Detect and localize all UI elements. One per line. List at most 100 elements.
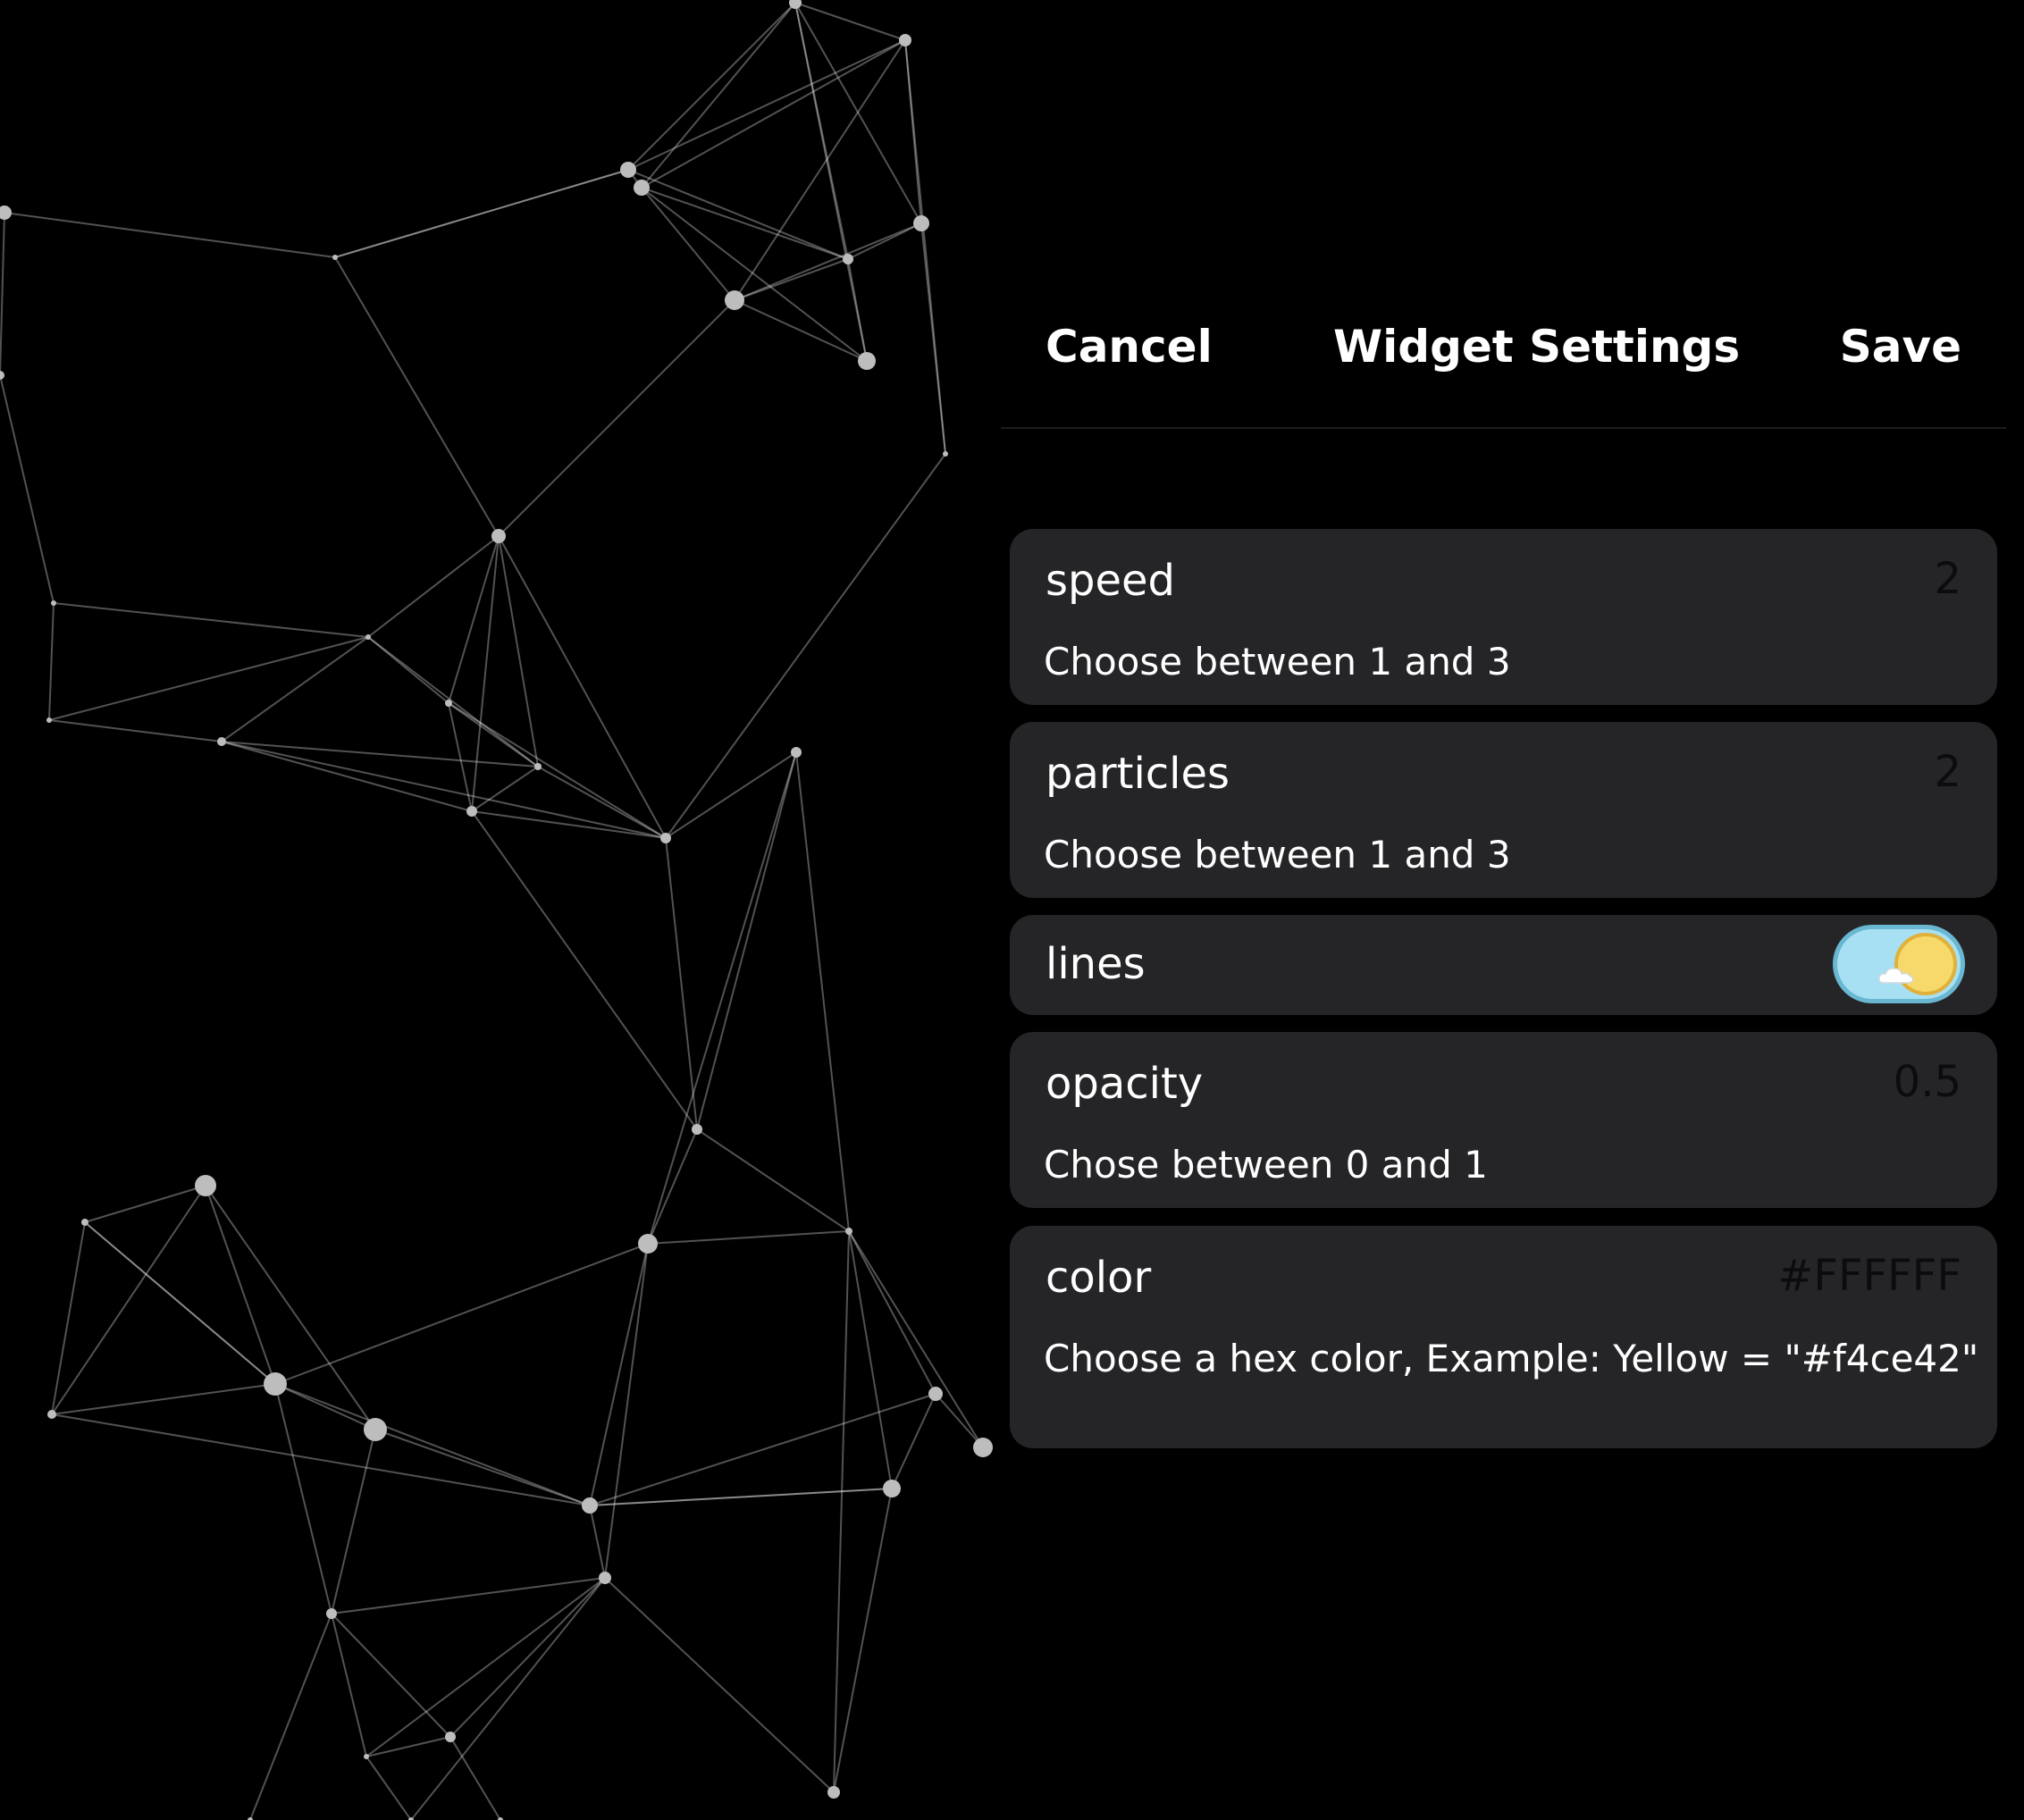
network-particle — [843, 254, 853, 264]
network-particle — [858, 352, 876, 370]
network-link — [847, 258, 868, 362]
network-link — [274, 1383, 591, 1506]
network-particle — [491, 529, 506, 543]
setting-hint: Choose a hex color, Example: Yellow = "#… — [1044, 1337, 1979, 1380]
setting-opacity[interactable]: opacity 0.5 Chose between 0 and 1 — [1010, 1032, 1997, 1208]
network-particle — [332, 255, 338, 260]
network-link — [665, 837, 698, 1130]
network-link — [647, 751, 797, 1245]
cancel-button[interactable]: Cancel — [1046, 324, 1213, 369]
network-link — [794, 2, 906, 41]
network-link — [410, 1577, 606, 1820]
setting-value-input[interactable]: 2 — [1934, 558, 1961, 600]
network-particle — [326, 1608, 337, 1619]
network-link — [641, 39, 906, 189]
setting-value-input[interactable]: #FFFFFF — [1777, 1254, 1961, 1297]
network-particle — [928, 1387, 943, 1401]
network-link — [205, 1185, 376, 1430]
network-link — [274, 1383, 332, 1615]
network-particle — [791, 747, 802, 758]
network-link — [0, 374, 55, 604]
network-particle — [620, 162, 636, 178]
network-link — [221, 741, 667, 839]
network-particle — [582, 1497, 598, 1514]
network-link — [51, 1185, 206, 1415]
network-link — [334, 256, 500, 537]
network-link — [51, 1413, 591, 1506]
network-particle — [364, 1418, 387, 1441]
network-link — [891, 1393, 936, 1489]
network-particle — [725, 290, 744, 310]
setting-hint: Chose between 0 and 1 — [1044, 1143, 1488, 1187]
network-link — [331, 1613, 451, 1738]
network-particle — [913, 215, 929, 231]
sun-icon — [1894, 933, 1957, 995]
network-particle — [692, 1124, 702, 1135]
network-link — [665, 453, 946, 839]
network-link — [627, 169, 849, 260]
network-link — [249, 1613, 332, 1820]
network-particle — [0, 371, 4, 380]
network-particle — [534, 763, 542, 770]
network-particle — [364, 1754, 369, 1759]
network-link — [48, 636, 369, 721]
network-particle — [845, 1228, 852, 1235]
network-particle — [466, 806, 477, 817]
setting-name: opacity — [1046, 1059, 1204, 1109]
network-link — [696, 751, 797, 1130]
network-link — [604, 1577, 835, 1793]
network-link — [367, 636, 539, 767]
widget-settings-panel: Cancel Widget Settings Save speed 2 Choo… — [1001, 0, 2024, 1820]
network-link — [641, 187, 849, 260]
network-link — [696, 1128, 850, 1232]
network-particle — [445, 700, 452, 707]
network-link — [84, 1185, 206, 1223]
network-link — [331, 1613, 367, 1757]
network-link — [48, 602, 55, 721]
network-link — [48, 719, 223, 742]
setting-lines[interactable]: lines — [1010, 915, 1997, 1015]
network-link — [334, 169, 629, 258]
setting-name: speed — [1046, 556, 1176, 606]
lines-toggle[interactable] — [1833, 925, 1965, 1003]
network-link — [935, 1393, 984, 1448]
navigation-bar: Cancel Widget Settings Save — [1001, 295, 2006, 429]
cloud-icon — [1878, 968, 1914, 984]
network-link — [365, 1756, 412, 1820]
network-particle — [81, 1219, 88, 1226]
network-particle — [883, 1480, 901, 1497]
network-link — [471, 810, 667, 839]
save-button[interactable]: Save — [1840, 324, 1961, 369]
setting-speed[interactable]: speed 2 Choose between 1 and 3 — [1010, 529, 1997, 705]
network-link — [498, 299, 735, 537]
network-particle — [0, 205, 12, 220]
network-particle — [217, 737, 226, 746]
network-particle — [943, 451, 948, 457]
network-link — [448, 702, 539, 767]
network-link — [589, 1505, 606, 1579]
setting-hint: Choose between 1 and 3 — [1044, 640, 1511, 684]
setting-value-input[interactable]: 0.5 — [1894, 1061, 1961, 1103]
network-link — [627, 2, 796, 171]
network-link — [0, 212, 5, 376]
network-link — [471, 535, 500, 812]
setting-value-input[interactable]: 2 — [1934, 751, 1961, 793]
network-particle — [827, 1786, 840, 1799]
network-particle — [973, 1438, 993, 1457]
setting-particles[interactable]: particles 2 Choose between 1 and 3 — [1010, 722, 1997, 898]
network-particle — [47, 1410, 56, 1419]
network-link — [367, 535, 500, 638]
network-link — [374, 1429, 591, 1506]
network-link — [471, 766, 539, 812]
network-link — [51, 1383, 276, 1415]
network-particle — [264, 1372, 287, 1396]
network-link — [53, 602, 369, 638]
network-particle — [195, 1175, 216, 1196]
network-link — [833, 1230, 850, 1793]
setting-color[interactable]: color #FFFFFF Choose a hex color, Exampl… — [1010, 1226, 1997, 1448]
network-link — [448, 702, 667, 839]
network-link — [221, 636, 369, 742]
network-link — [641, 187, 868, 362]
network-particle — [51, 600, 56, 606]
setting-name: color — [1046, 1253, 1152, 1303]
